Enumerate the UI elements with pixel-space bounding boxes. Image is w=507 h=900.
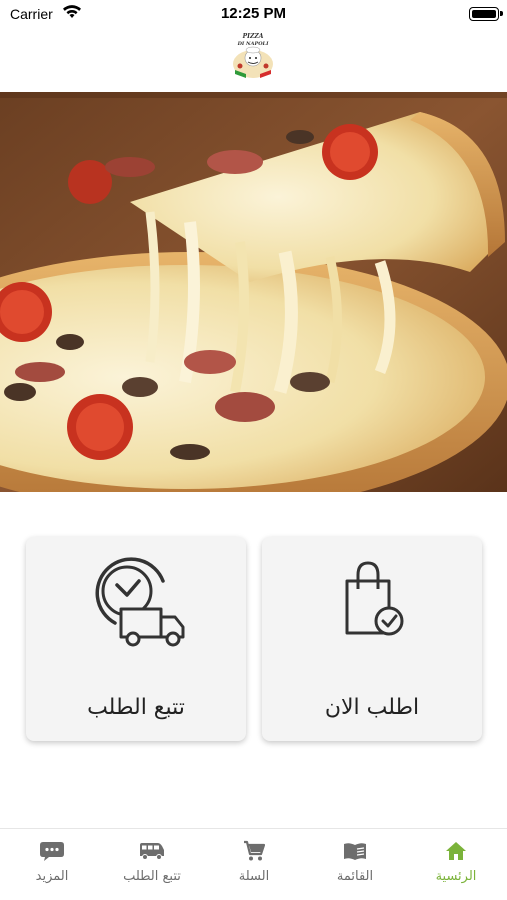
bus-icon (140, 843, 164, 860)
order-now-card[interactable]: اطلب الان (262, 537, 482, 741)
tab-track[interactable]: تتبع الطلب (112, 839, 192, 884)
tab-cart-label: السلة (238, 869, 270, 884)
tab-home-label: الرئسية (435, 869, 477, 884)
clock-truck-icon (95, 557, 185, 647)
pizza-logo: PIZZA DI NAPOLI (233, 33, 273, 78)
order-now-label: اطلب الان (324, 695, 420, 720)
tab-track-label: تتبع الطلب (123, 869, 181, 884)
logo-line2: DI NAPOLI (237, 41, 269, 47)
cart-icon (244, 840, 265, 861)
menu-book-icon (344, 843, 366, 860)
hero-pizza-image (0, 92, 507, 492)
shopping-bag-check-icon (345, 561, 404, 636)
tab-home[interactable]: الرئسية (416, 839, 496, 884)
tab-menu[interactable]: القائمة (315, 839, 395, 884)
track-order-label: تتبع الطلب (87, 695, 185, 720)
tab-more-label: المزيد (35, 869, 69, 884)
tab-more[interactable]: المزيد (12, 839, 92, 884)
tab-cart[interactable]: السلة (214, 839, 294, 884)
status-time: 12:25 PM (220, 5, 287, 22)
track-order-card[interactable]: تتبع الطلب (26, 537, 246, 741)
logo-line1: PIZZA (242, 33, 264, 40)
more-icon (40, 842, 64, 861)
bottom-tab-bar: الرئسية القائمة السلة تتبع الطلب المزيد (0, 828, 507, 900)
tab-menu-label: القائمة (336, 869, 374, 884)
home-icon (446, 842, 466, 860)
battery-icon (469, 7, 503, 21)
status-bar: Carrier 12:25 PM (0, 0, 507, 28)
